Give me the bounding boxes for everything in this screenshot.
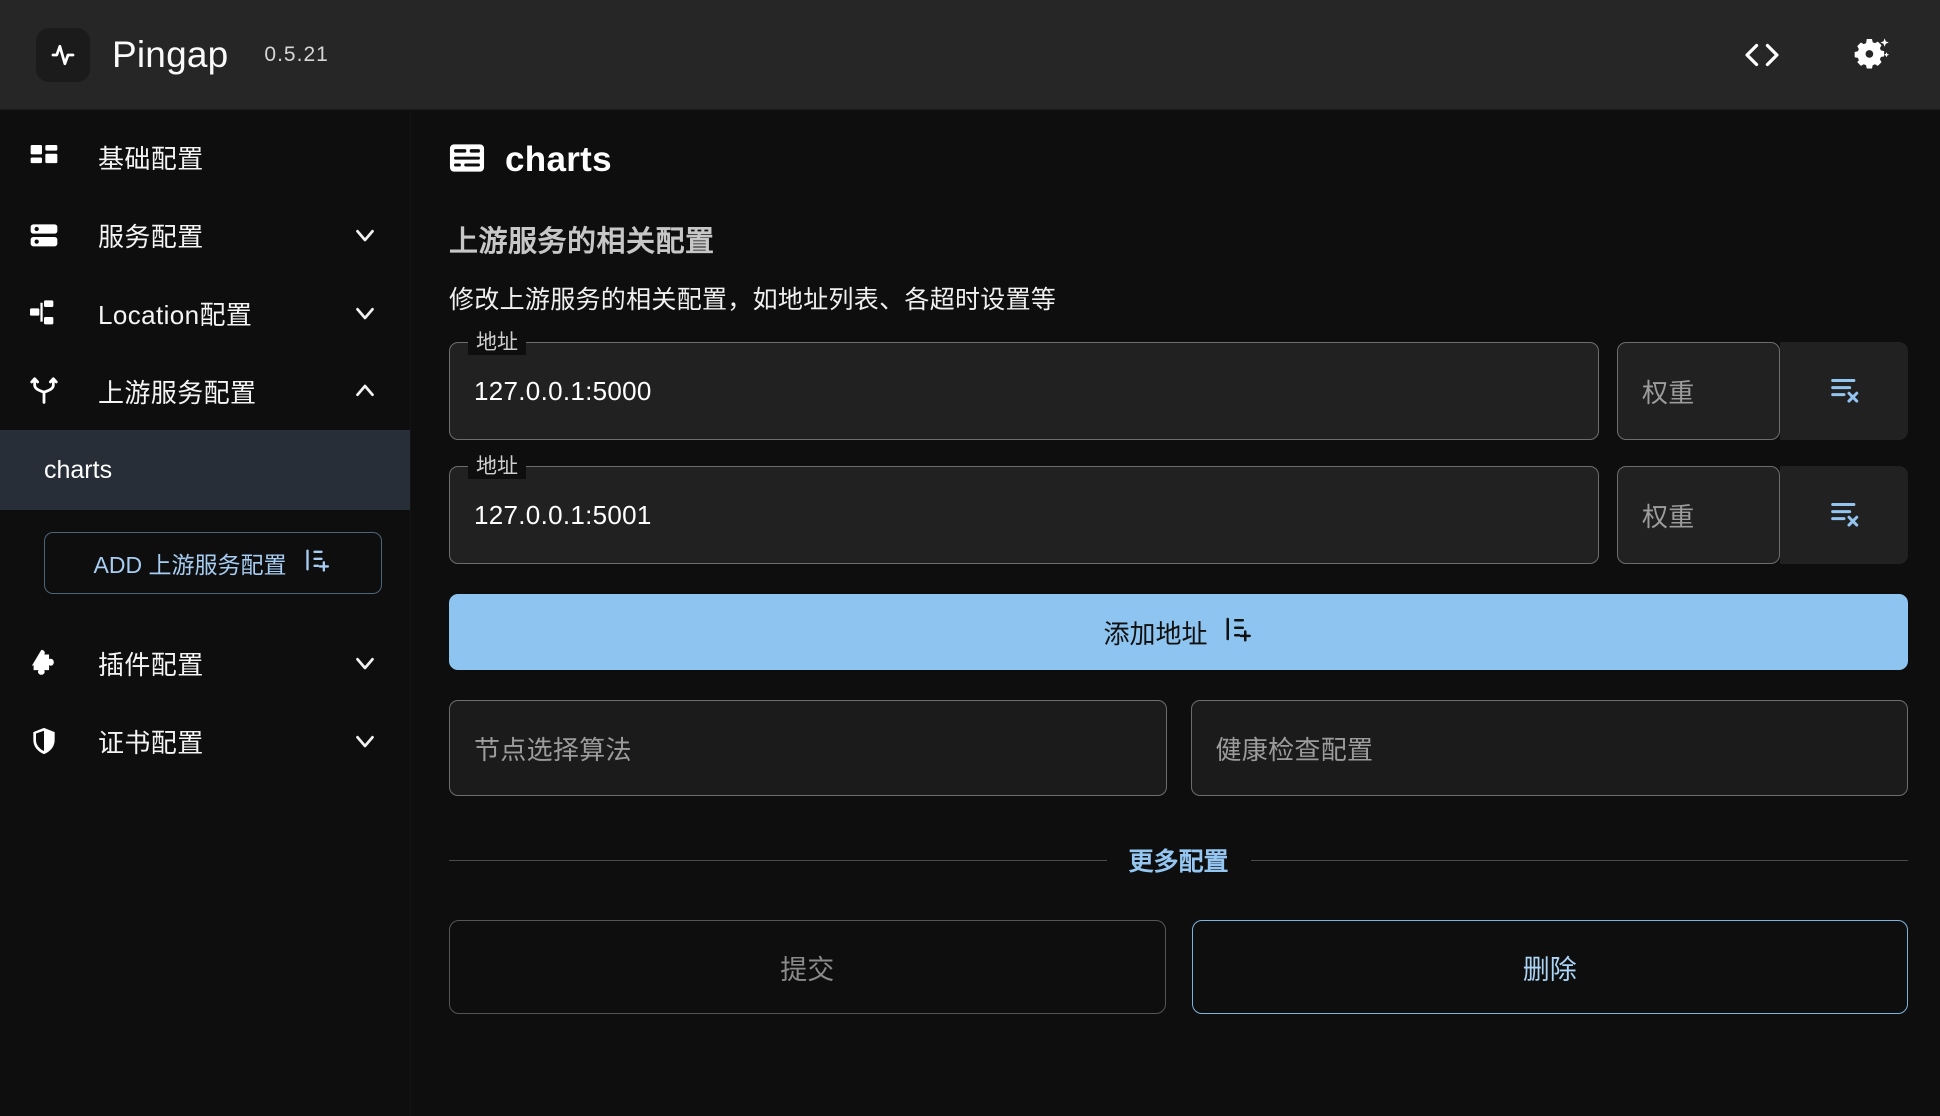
- sidebar-item-basic-config[interactable]: 基础配置: [0, 118, 410, 196]
- sidebar-subitem-label: charts: [44, 455, 113, 484]
- server-icon: [22, 219, 66, 251]
- config-fields-row: 节点选择算法 健康检查配置: [449, 700, 1908, 796]
- section-title: 上游服务的相关配置: [449, 226, 715, 258]
- divider-line-left: [449, 859, 1107, 861]
- sidebar-item-label: 上游服务配置: [98, 377, 257, 408]
- chevron-down-icon[interactable]: [350, 220, 380, 250]
- git-fork-icon: [22, 375, 66, 407]
- weight-field-placeholder: 权重: [1642, 501, 1695, 532]
- address-field-label: 地址: [468, 330, 526, 355]
- app-body: 基础配置 服务配置 Location配置 上游服务配置 charts ADD 上…: [0, 110, 1940, 1116]
- top-bar-actions: [1736, 29, 1898, 81]
- app-version: 0.5.21: [264, 42, 329, 66]
- address-field-1[interactable]: 地址 127.0.0.1:5000: [449, 330, 1599, 440]
- add-upstream-config-button[interactable]: ADD 上游服务配置: [44, 532, 382, 594]
- chevron-up-icon[interactable]: [350, 376, 380, 406]
- list-x-icon: [1827, 372, 1861, 411]
- section-description: 修改上游服务的相关配置，如地址列表、各超时设置等: [449, 286, 1057, 314]
- weight-field-1[interactable]: 权重: [1617, 342, 1780, 440]
- weight-field-2[interactable]: 权重: [1617, 466, 1780, 564]
- node-selection-algorithm-field[interactable]: 节点选择算法: [449, 700, 1167, 796]
- sidebar-item-plugin-config[interactable]: 插件配置: [0, 624, 410, 702]
- sidebar-item-label: 证书配置: [98, 727, 204, 758]
- sidebar-item-label: 基础配置: [98, 143, 204, 174]
- list-plus-icon: [304, 546, 332, 580]
- health-check-config-placeholder: 健康检查配置: [1215, 734, 1374, 765]
- top-bar: Pingap 0.5.21: [0, 0, 1940, 110]
- delete-button[interactable]: 删除: [1191, 920, 1908, 1014]
- sidebar-item-certificate-config[interactable]: 证书配置: [0, 702, 410, 780]
- address-field-value: 127.0.0.1:5000: [474, 375, 652, 406]
- activity-pulse-icon: [48, 40, 78, 70]
- sidebar-item-location-config[interactable]: Location配置: [0, 274, 410, 352]
- divider-line-right: [1250, 859, 1909, 861]
- chevron-down-icon[interactable]: [350, 726, 380, 756]
- sidebar-item-upstream-config[interactable]: 上游服务配置: [0, 352, 410, 430]
- chevron-down-icon[interactable]: [350, 298, 380, 328]
- network-icon: [22, 297, 66, 329]
- health-check-config-field[interactable]: 健康检查配置: [1190, 700, 1908, 796]
- add-address-label: 添加地址: [1103, 618, 1208, 649]
- submit-button[interactable]: 提交: [449, 920, 1166, 1014]
- sidebar: 基础配置 服务配置 Location配置 上游服务配置 charts ADD 上…: [0, 110, 411, 1116]
- chevron-down-icon[interactable]: [350, 648, 380, 678]
- list-plus-icon: [1224, 614, 1254, 651]
- more-config-divider: 更多配置: [449, 842, 1909, 878]
- panel-card-icon: [449, 143, 485, 178]
- add-address-button[interactable]: 添加地址: [449, 594, 1908, 670]
- code-brackets-icon[interactable]: [1736, 29, 1788, 81]
- form-actions: 提交 删除: [449, 920, 1908, 1014]
- app-logo: [36, 27, 90, 82]
- list-x-icon: [1827, 496, 1861, 535]
- weight-field-placeholder: 权重: [1642, 377, 1695, 408]
- sidebar-item-label: Location配置: [98, 299, 253, 330]
- gear-sparkle-icon[interactable]: [1846, 29, 1898, 81]
- page-header: charts: [449, 140, 1908, 180]
- node-selection-algorithm-placeholder: 节点选择算法: [474, 734, 632, 765]
- brand: Pingap 0.5.21: [36, 27, 329, 82]
- address-row: 地址 127.0.0.1:5000 权重: [449, 330, 1908, 440]
- remove-address-button-2[interactable]: [1780, 466, 1908, 564]
- remove-address-button-1[interactable]: [1780, 342, 1908, 440]
- sidebar-add-wrapper: ADD 上游服务配置: [0, 510, 410, 624]
- add-upstream-config-label: ADD 上游服务配置: [93, 552, 287, 578]
- sidebar-item-label: 服务配置: [98, 221, 204, 252]
- sidebar-item-service-config[interactable]: 服务配置: [0, 196, 410, 274]
- address-field-2[interactable]: 地址 127.0.0.1:5001: [449, 454, 1599, 564]
- address-field-value: 127.0.0.1:5001: [474, 499, 652, 530]
- address-row: 地址 127.0.0.1:5001 权重: [449, 454, 1908, 564]
- address-field-label: 地址: [468, 454, 526, 479]
- layout-dashboard-icon: [22, 141, 66, 173]
- app-root: Pingap 0.5.21 基础配置 服务配置 Location配置 上游服务配…: [0, 0, 1940, 1116]
- shield-icon: [22, 725, 66, 757]
- sidebar-subitem-charts[interactable]: charts: [0, 430, 410, 510]
- page-title: charts: [505, 140, 612, 179]
- main-content: charts 上游服务的相关配置 修改上游服务的相关配置，如地址列表、各超时设置…: [411, 110, 1940, 1116]
- sidebar-item-label: 插件配置: [98, 649, 204, 680]
- puzzle-icon: [22, 647, 66, 679]
- app-name: Pingap: [112, 33, 229, 75]
- more-config-link[interactable]: 更多配置: [1129, 842, 1229, 878]
